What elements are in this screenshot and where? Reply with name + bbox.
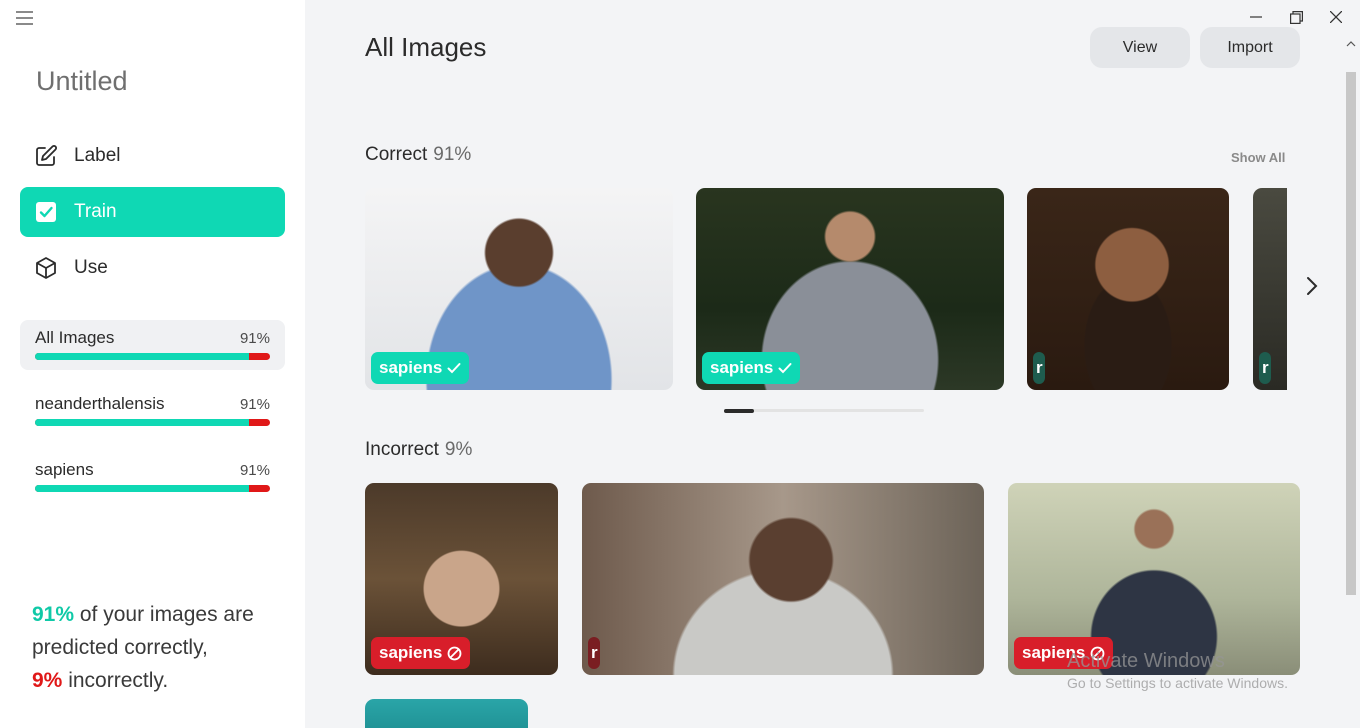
page-scrollbar[interactable] xyxy=(1343,40,1356,728)
sidebar: Untitled Label Train Use All Images 91% … xyxy=(0,0,305,728)
prediction-chip: sapiens xyxy=(371,637,471,669)
checkbox-icon xyxy=(34,200,58,224)
class-item-all-images[interactable]: All Images 91% xyxy=(20,320,285,370)
class-accuracy: 91% xyxy=(239,395,270,413)
summary-incorrect-pct: 9% xyxy=(32,669,63,692)
image-thumbnail[interactable]: r xyxy=(1027,188,1229,390)
main-content: All Images View Import Correct 91% Show A… xyxy=(305,0,1360,728)
nav-label: Use xyxy=(74,257,108,278)
check-icon xyxy=(447,363,461,374)
section-label: Correct xyxy=(365,144,428,165)
prediction-label: r xyxy=(591,643,598,662)
carousel-scroll-thumb[interactable] xyxy=(724,408,754,413)
image-thumbnail[interactable] xyxy=(365,699,528,728)
blocked-icon xyxy=(447,646,462,660)
import-button[interactable]: Import xyxy=(1200,27,1300,68)
minimize-icon[interactable] xyxy=(1246,8,1266,26)
prediction-chip: r xyxy=(1033,352,1045,384)
prediction-chip: r xyxy=(588,637,600,669)
correct-section-title: Correct 91% xyxy=(365,144,471,166)
accuracy-bar xyxy=(35,485,270,492)
nav-label: Label xyxy=(74,145,121,166)
watermark-title: Activate Windows xyxy=(1067,650,1225,672)
image-thumbnail[interactable]: sapiens xyxy=(365,483,558,675)
menu-icon[interactable] xyxy=(16,11,33,25)
close-icon[interactable] xyxy=(1326,8,1346,26)
restore-icon[interactable] xyxy=(1286,8,1306,26)
scroll-up-icon[interactable] xyxy=(1346,40,1356,48)
section-pct: 9% xyxy=(444,439,473,460)
class-item-neanderthalensis[interactable]: neanderthalensis 91% xyxy=(20,386,285,436)
section-pct: 91% xyxy=(433,144,472,165)
nav-item-label[interactable]: Label xyxy=(20,131,285,181)
prediction-label: sapiens xyxy=(710,358,774,377)
nav-item-train[interactable]: Train xyxy=(20,187,285,237)
nav-item-use[interactable]: Use xyxy=(20,243,285,293)
incorrect-section-title: Incorrect 9% xyxy=(365,439,472,461)
prediction-chip: sapiens xyxy=(702,352,801,384)
summary-text: incorrectly. xyxy=(62,669,169,692)
accuracy-summary: 91% of your images are predicted correct… xyxy=(32,598,292,697)
windows-watermark: Activate Windows Go to Settings to activ… xyxy=(1067,650,1288,691)
show-all-link[interactable]: Show All xyxy=(1231,150,1285,165)
prediction-chip: r xyxy=(1259,352,1271,384)
image-thumbnail[interactable]: r xyxy=(582,483,984,675)
accuracy-bar xyxy=(35,353,270,360)
chevron-right-icon[interactable] xyxy=(1305,272,1325,302)
project-title[interactable]: Untitled xyxy=(36,66,128,97)
cube-icon xyxy=(34,256,58,280)
nav-label: Train xyxy=(74,201,117,222)
carousel-scrollbar[interactable] xyxy=(724,408,924,413)
edit-icon xyxy=(34,144,58,168)
class-accuracy: 91% xyxy=(239,461,270,479)
prediction-chip: sapiens xyxy=(371,352,470,384)
section-label: Incorrect xyxy=(365,439,439,460)
image-thumbnail[interactable]: sapiens xyxy=(365,188,673,390)
prediction-label: r xyxy=(1036,358,1043,377)
view-button[interactable]: View xyxy=(1090,27,1190,68)
page-title: All Images xyxy=(365,32,487,62)
summary-correct-pct: 91% xyxy=(32,603,75,626)
image-thumbnail[interactable]: sapiens xyxy=(1008,483,1300,675)
prediction-label: sapiens xyxy=(379,358,443,377)
watermark-subtitle: Go to Settings to activate Windows. xyxy=(1067,675,1288,691)
class-accuracy: 91% xyxy=(239,329,270,347)
check-icon xyxy=(778,363,792,374)
image-thumbnail[interactable]: sapiens xyxy=(696,188,1004,390)
accuracy-bar xyxy=(35,419,270,426)
class-name: All Images xyxy=(35,328,115,347)
page-scroll-thumb[interactable] xyxy=(1346,72,1356,595)
class-name: neanderthalensis xyxy=(35,394,165,413)
class-item-sapiens[interactable]: sapiens 91% xyxy=(20,452,285,502)
prediction-label: sapiens xyxy=(379,643,443,662)
prediction-label: r xyxy=(1262,358,1269,377)
image-thumbnail[interactable]: r xyxy=(1253,188,1287,390)
class-name: sapiens xyxy=(35,460,94,479)
